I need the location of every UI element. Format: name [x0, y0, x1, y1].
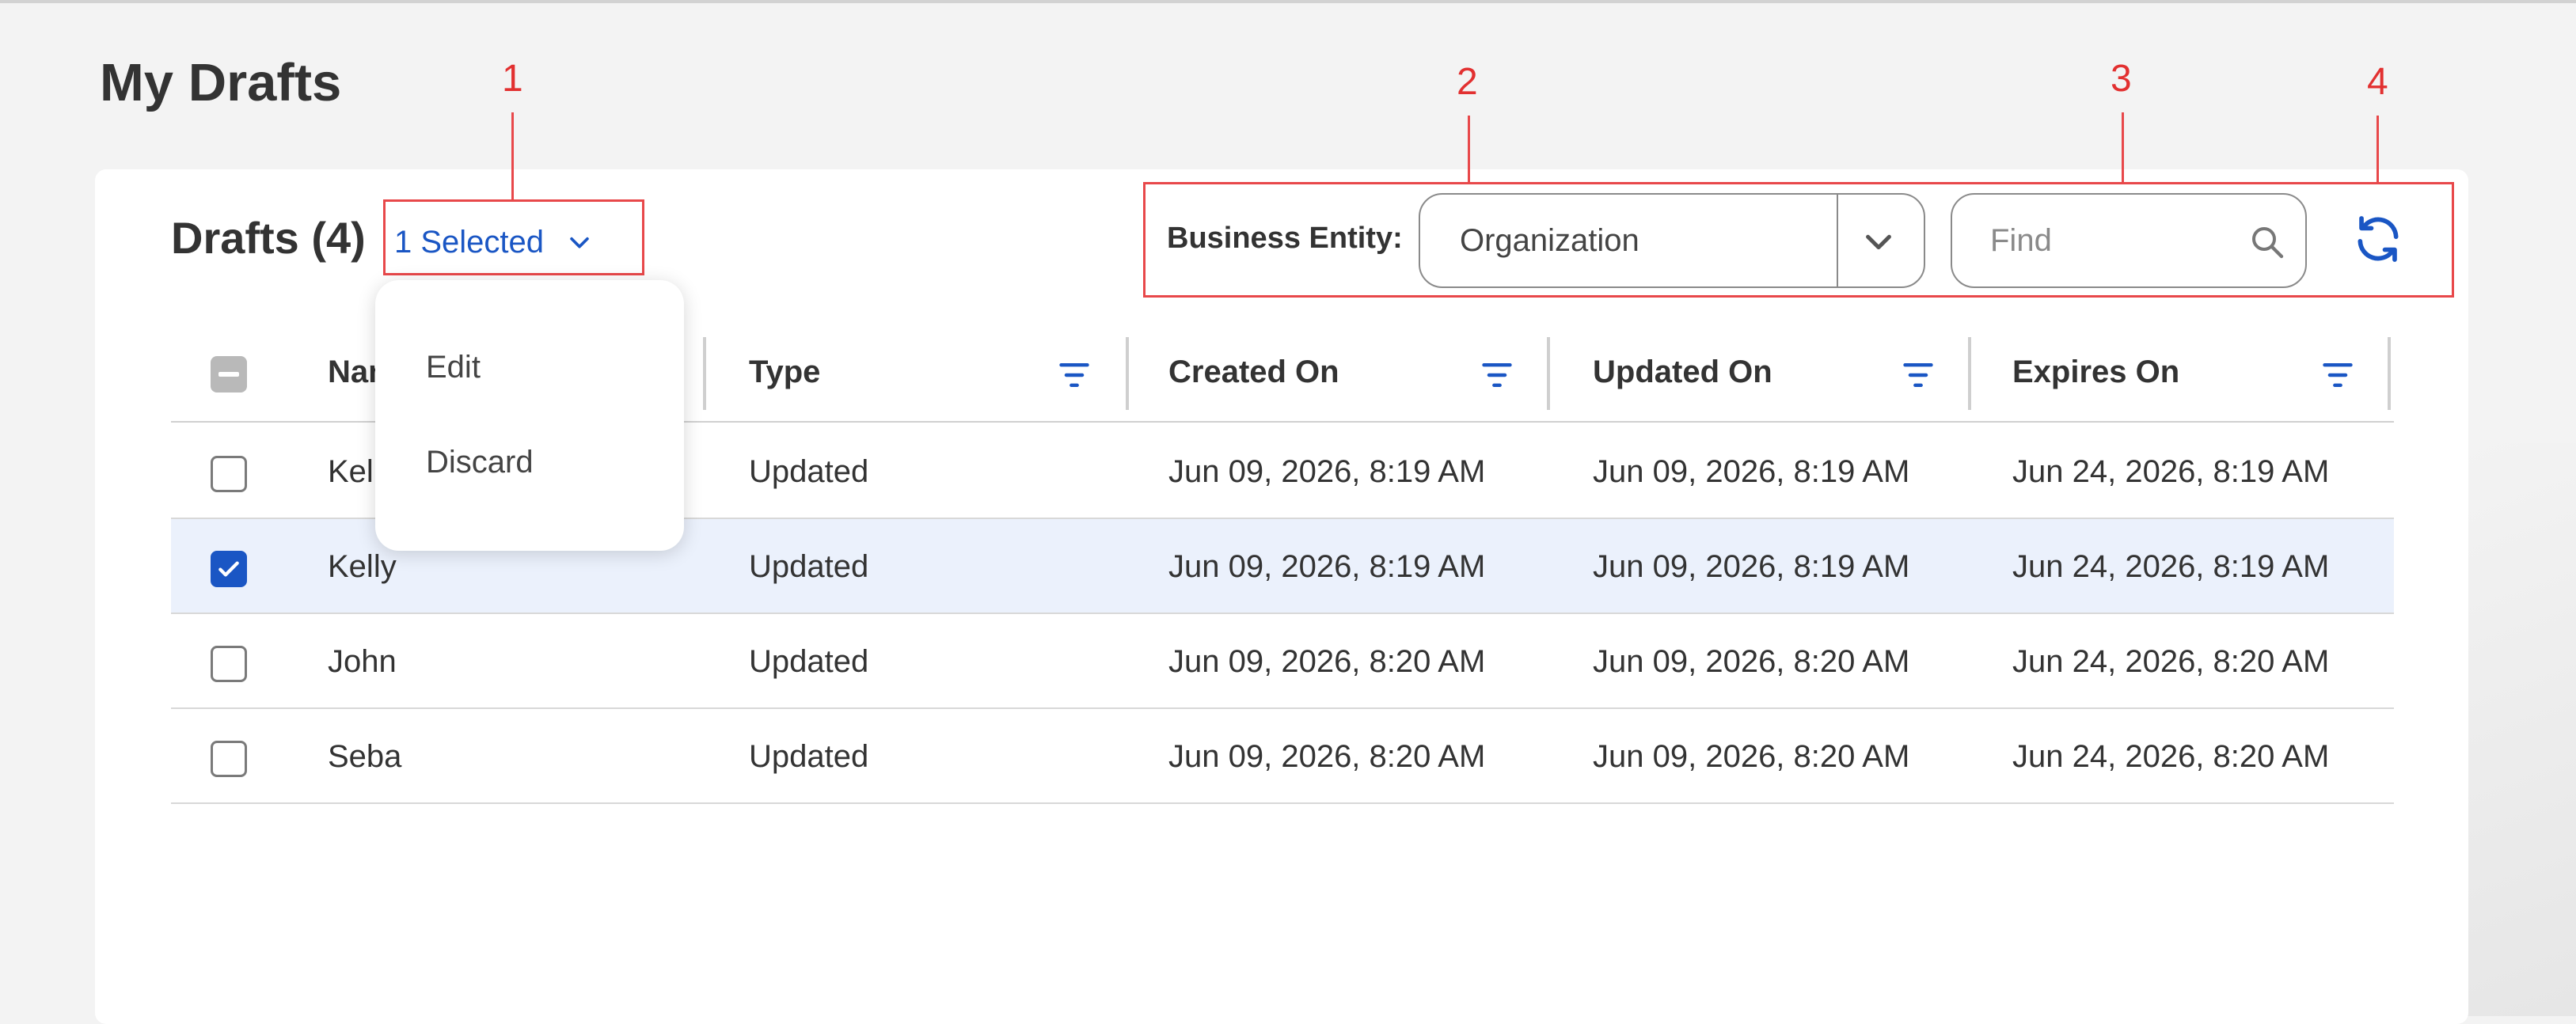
refresh-icon[interactable]	[2351, 212, 2405, 266]
table-row[interactable]: John Updated Jun 09, 2026, 8:20 AM Jun 0…	[171, 614, 2394, 709]
filter-icon[interactable]	[1898, 358, 1938, 393]
business-entity-select[interactable]: Organization	[1419, 193, 1925, 288]
cell-name: John	[328, 644, 397, 679]
row-checkbox[interactable]	[211, 646, 247, 682]
column-label-type: Type	[749, 355, 821, 389]
drafts-title: Drafts (4)	[171, 213, 366, 263]
selection-actions-button[interactable]: 1 Selected	[394, 218, 593, 266]
annotation-leader-4	[2377, 116, 2379, 184]
search-icon[interactable]	[2248, 223, 2286, 261]
find-field[interactable]	[1951, 193, 2307, 288]
table-row[interactable]: Seba Updated Jun 09, 2026, 8:20 AM Jun 0…	[171, 709, 2394, 804]
cell-type: Updated	[749, 549, 869, 584]
annotation-leader-3	[2122, 112, 2124, 184]
cell-type: Updated	[749, 454, 869, 489]
cell-updated-on: Jun 09, 2026, 8:19 AM	[1593, 454, 1910, 489]
select-all-checkbox[interactable]	[211, 356, 247, 393]
column-separator[interactable]	[1126, 337, 1129, 410]
column-separator[interactable]	[703, 337, 706, 410]
cell-created-on: Jun 09, 2026, 8:19 AM	[1168, 549, 1486, 584]
chevron-down-icon	[570, 237, 589, 248]
column-separator[interactable]	[1968, 337, 1971, 410]
selection-actions-menu: Edit Discard	[375, 280, 684, 551]
cell-created-on: Jun 09, 2026, 8:20 AM	[1168, 739, 1486, 774]
column-label-created-on: Created On	[1168, 355, 1339, 389]
selection-label: 1 Selected	[394, 224, 545, 260]
business-entity-value: Organization	[1460, 223, 1639, 258]
cell-expires-on: Jun 24, 2026, 8:19 AM	[2012, 454, 2330, 489]
find-input[interactable]	[1990, 217, 2228, 264]
filter-icon[interactable]	[2318, 358, 2358, 393]
background-decoration	[2465, 443, 2576, 1016]
window-top-edge	[0, 0, 2576, 3]
cell-name: Kelly	[328, 549, 397, 584]
select-divider	[1837, 195, 1838, 286]
column-separator[interactable]	[2388, 337, 2391, 410]
business-entity-label: Business Entity:	[1167, 222, 1403, 255]
annotation-leader-1	[511, 112, 514, 201]
annotation-number-4: 4	[2367, 61, 2388, 103]
cell-updated-on: Jun 09, 2026, 8:20 AM	[1593, 739, 1910, 774]
annotation-number-1: 1	[502, 58, 523, 100]
cell-created-on: Jun 09, 2026, 8:20 AM	[1168, 644, 1486, 679]
annotation-leader-2	[1468, 116, 1470, 184]
filter-icon[interactable]	[1054, 358, 1094, 393]
cell-updated-on: Jun 09, 2026, 8:20 AM	[1593, 644, 1910, 679]
menu-item-discard[interactable]: Discard	[426, 445, 534, 480]
cell-expires-on: Jun 24, 2026, 8:20 AM	[2012, 644, 2330, 679]
cell-updated-on: Jun 09, 2026, 8:19 AM	[1593, 549, 1910, 584]
row-checkbox[interactable]	[211, 741, 247, 777]
annotation-number-2: 2	[1457, 61, 1478, 103]
row-checkbox[interactable]	[211, 551, 247, 587]
column-separator[interactable]	[1547, 337, 1550, 410]
cell-created-on: Jun 09, 2026, 8:19 AM	[1168, 454, 1486, 489]
cell-type: Updated	[749, 644, 869, 679]
cell-type: Updated	[749, 739, 869, 774]
chevron-down-icon[interactable]	[1860, 223, 1897, 260]
menu-item-edit[interactable]: Edit	[426, 350, 481, 385]
checkmark-icon	[218, 561, 239, 577]
cell-expires-on: Jun 24, 2026, 8:19 AM	[2012, 549, 2330, 584]
cell-expires-on: Jun 24, 2026, 8:20 AM	[2012, 739, 2330, 774]
page-title: My Drafts	[100, 53, 342, 112]
cell-name: Seba	[328, 739, 402, 774]
column-label-expires-on: Expires On	[2012, 355, 2180, 389]
annotation-number-3: 3	[2111, 58, 2132, 100]
row-checkbox[interactable]	[211, 456, 247, 492]
filter-icon[interactable]	[1477, 358, 1517, 393]
column-label-updated-on: Updated On	[1593, 355, 1772, 389]
